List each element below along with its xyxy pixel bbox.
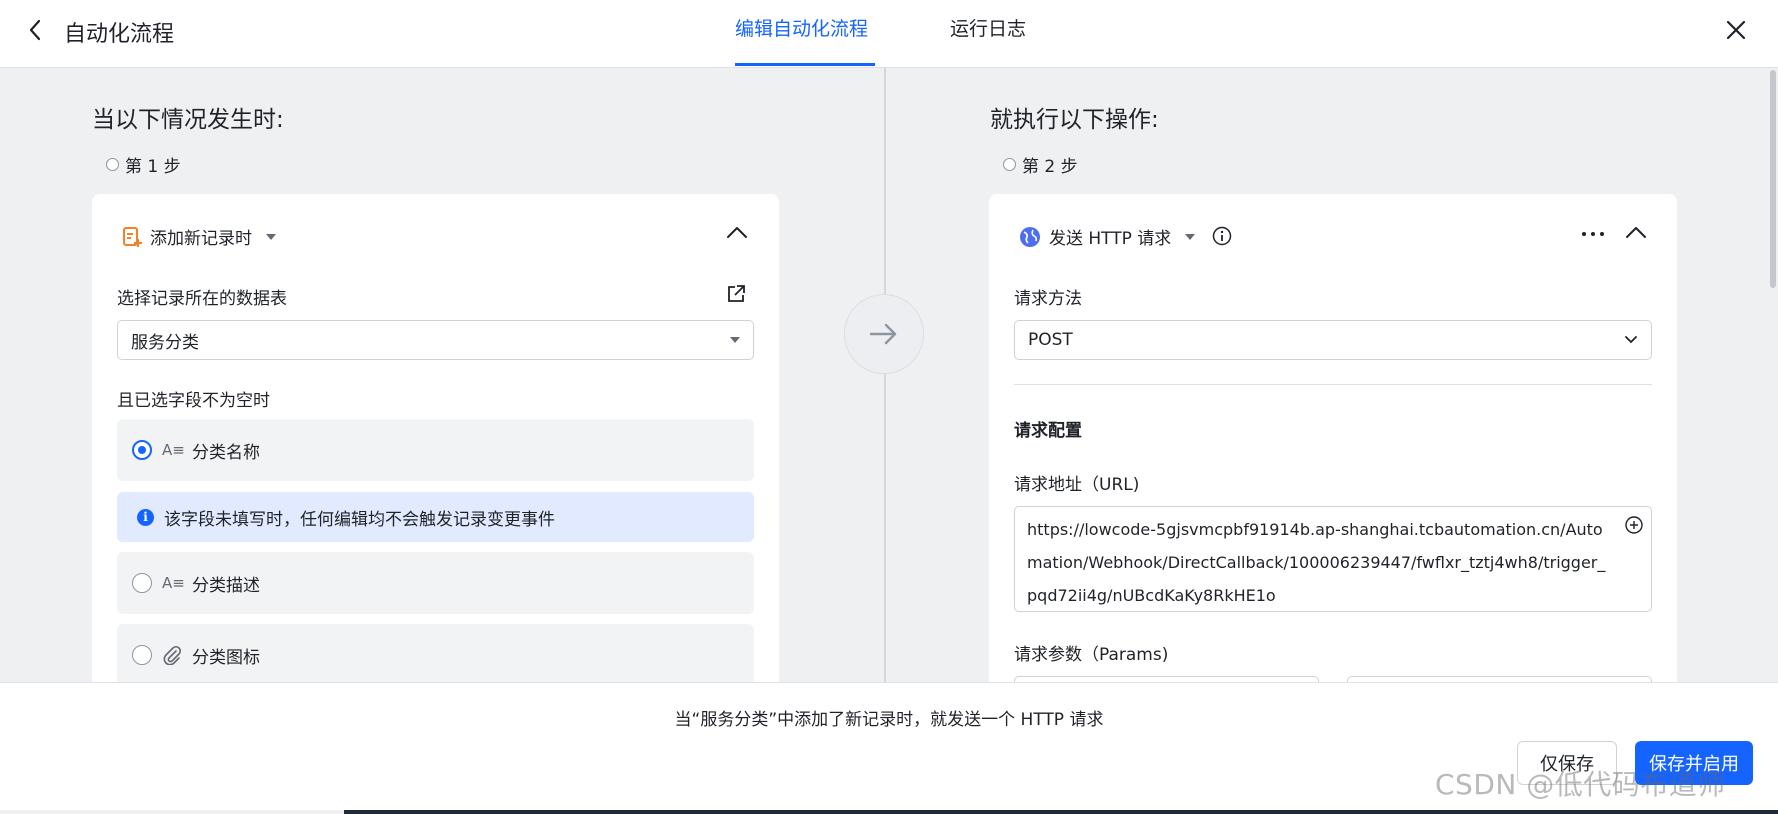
taskbar-strip [344,810,1778,814]
step-1: 第 1 步 [106,152,181,177]
radio-unchecked[interactable] [132,645,152,665]
chevron-up-icon [1626,227,1646,238]
open-table-button[interactable] [726,284,746,309]
params-label: 请求参数（Params) [1014,645,1169,665]
page-title: 自动化流程 [64,22,175,47]
more-icon [1582,232,1604,236]
caret-down-icon [1185,233,1196,240]
external-link-icon [728,285,745,302]
plus-circle-icon [1625,516,1643,534]
divider [1014,384,1652,385]
trigger-section-title: 当以下情况发生时: [92,107,284,133]
arrow-right-icon [869,323,897,345]
tab-run-log[interactable]: 运行日志 [950,14,1026,41]
chevron-down-icon [1625,336,1637,344]
info-icon: i [137,508,154,526]
step-label: 第 1 步 [125,157,181,177]
attachment-icon [163,645,182,665]
radio-checked[interactable] [132,440,152,460]
config-title: 请求配置 [1014,421,1082,441]
collapse-button[interactable] [726,224,748,244]
action-info-button[interactable] [1212,226,1232,251]
scrollbar[interactable] [1770,70,1776,288]
flow-arrow [844,294,924,374]
insert-variable-button[interactable] [1625,516,1643,539]
radio-unchecked[interactable] [132,573,152,593]
trigger-selector[interactable]: 添加新记录时 [122,224,276,249]
caret-down-icon [730,337,740,343]
text-field-icon: A≡ [162,574,185,592]
flow-summary: 当“服务分类”中添加了新记录时，就发送一个 HTTP 请求 [674,710,1104,730]
method-select[interactable]: POST [1014,320,1652,360]
field-condition-label: 且已选字段不为空时 [117,391,270,411]
step-label: 第 2 步 [1022,157,1078,177]
action-card: 发送 HTTP 请求 请求方法 POST 请求配置 请求地址（URL) http… [989,194,1677,696]
step-dot [1003,158,1016,171]
trigger-card: 添加新记录时 选择记录所在的数据表 服务分类 且已选字段不为空时 A≡ 分类名称… [92,194,779,694]
method-label: 请求方法 [1014,289,1082,309]
notice-text: 该字段未填写时，任何编辑均不会触发记录变更事件 [164,509,555,530]
url-label: 请求地址（URL) [1014,475,1140,495]
close-icon [1726,20,1746,40]
url-input[interactable]: https://lowcode-5gjsvmcpbf91914b.ap-shan… [1014,506,1652,612]
field-option-label: 分类图标 [192,647,260,668]
table-label: 选择记录所在的数据表 [117,289,287,309]
field-option-label: 分类名称 [192,442,260,463]
globe-icon [1020,226,1040,247]
field-option-category-desc[interactable]: A≡ 分类描述 [117,552,754,614]
action-section-title: 就执行以下操作: [990,107,1159,133]
tab-edit-automation[interactable]: 编辑自动化流程 [735,14,868,41]
method-select-value: POST [1028,330,1073,350]
field-option-category-icon[interactable]: 分类图标 [117,624,754,686]
close-button[interactable] [1720,14,1752,46]
back-button[interactable] [20,14,50,46]
url-value: https://lowcode-5gjsvmcpbf91914b.ap-shan… [1027,520,1606,605]
step-dot [106,158,119,171]
chevron-left-icon [29,19,41,41]
trigger-label: 添加新记录时 [150,229,252,249]
table-select[interactable]: 服务分类 [117,320,754,360]
caret-down-icon [266,233,276,240]
chevron-up-icon [727,227,747,238]
field-option-category-name[interactable]: A≡ 分类名称 [117,419,754,481]
step-2: 第 2 步 [1003,152,1078,177]
active-tab-indicator [735,63,875,66]
more-options-button[interactable] [1581,224,1605,249]
action-label: 发送 HTTP 请求 [1049,229,1172,249]
info-circle-icon [1212,226,1232,246]
text-field-icon: A≡ [162,441,185,459]
notice-banner: i 该字段未填写时，任何编辑均不会触发记录变更事件 [117,492,754,542]
action-selector[interactable]: 发送 HTTP 请求 [1019,224,1196,249]
table-select-value: 服务分类 [131,332,199,353]
flow-divider [884,68,886,682]
collapse-button[interactable] [1625,224,1647,244]
add-record-icon [123,226,142,247]
header: 自动化流程 编辑自动化流程 运行日志 [0,0,1778,68]
watermark: CSDN @低代码布道师 [1435,768,1726,801]
footer: 当“服务分类”中添加了新记录时，就发送一个 HTTP 请求 仅保存 保存并启用 … [0,682,1778,810]
field-option-label: 分类描述 [192,575,260,596]
